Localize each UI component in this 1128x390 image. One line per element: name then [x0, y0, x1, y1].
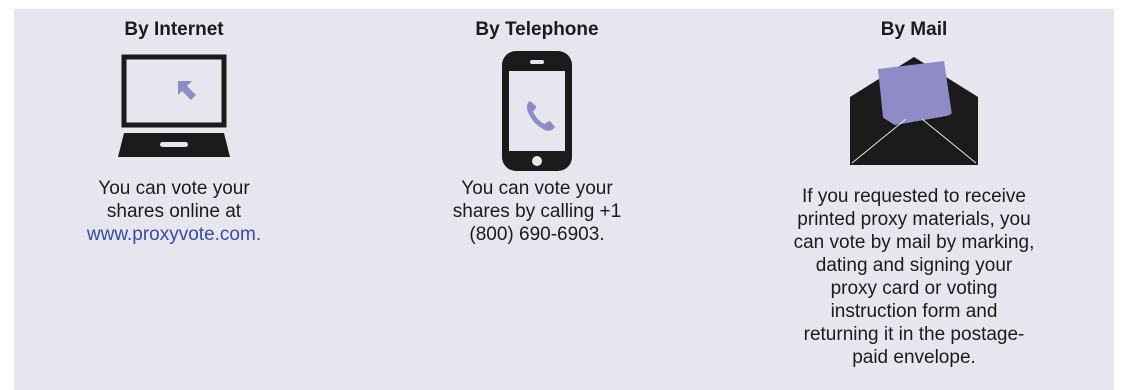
voting-methods-panel: By Internet You can vote your shares onl…	[14, 9, 1114, 390]
method-title-telephone: By Telephone	[475, 19, 599, 40]
method-telephone: By Telephone You can vote your shares by…	[417, 9, 657, 390]
proxyvote-link[interactable]: www.proxyvote.com.	[87, 224, 261, 245]
method-title-mail: By Mail	[880, 19, 948, 40]
phone-icon	[502, 51, 572, 171]
method-text-telephone: You can vote your shares by calling +1 (…	[452, 178, 622, 245]
method-internet: By Internet You can vote your shares onl…	[54, 9, 294, 390]
method-text-internet: You can vote your shares online at www.p…	[86, 178, 262, 245]
method-text-mail: If you requested to receive printed prox…	[793, 186, 1035, 368]
envelope-icon	[850, 57, 978, 165]
method-title-internet: By Internet	[124, 19, 224, 40]
laptop-icon	[118, 54, 230, 157]
method-mail: By Mail If you requested to receive prin…	[779, 9, 1049, 390]
